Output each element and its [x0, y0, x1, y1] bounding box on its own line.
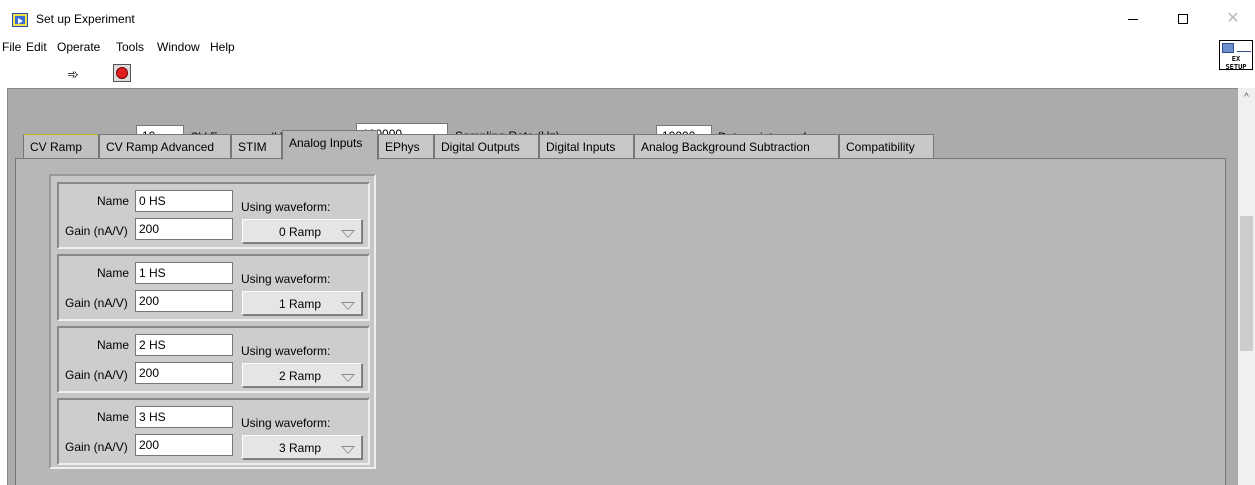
channel-3: Name 3 HS Gain (nA/V) 200 Using waveform…: [57, 398, 370, 465]
title-bar: Set up Experiment ✕: [0, 0, 1255, 38]
channel-name-label: Name: [97, 194, 130, 208]
tab-analog-inputs[interactable]: Analog Inputs: [282, 130, 378, 160]
waveform-select[interactable]: 0 Ramp: [242, 219, 362, 243]
channel-gain-label: Gain (nA/V): [65, 368, 128, 382]
channel-gain-input[interactable]: 200: [135, 218, 233, 240]
channel-2: Name 2 HS Gain (nA/V) 200 Using waveform…: [57, 326, 370, 393]
menu-window[interactable]: Window: [157, 40, 200, 54]
window-title: Set up Experiment: [36, 12, 135, 26]
channel-name-input[interactable]: 3 HS: [135, 406, 233, 428]
tab-analog-background-subtraction[interactable]: Analog Background Subtraction: [634, 134, 839, 158]
using-waveform-label: Using waveform:: [241, 416, 331, 430]
using-waveform-label: Using waveform:: [241, 200, 331, 214]
run-continuously-button[interactable]: ➾: [63, 66, 83, 82]
vi-icon-glyph: [1222, 43, 1234, 53]
waveform-select[interactable]: 1 Ramp: [242, 291, 362, 315]
maximize-icon: [1178, 14, 1188, 24]
tab-compatibility[interactable]: Compatibility: [839, 134, 934, 158]
channel-gain-label: Gain (nA/V): [65, 440, 128, 454]
menu-operate[interactable]: Operate: [57, 40, 100, 54]
waveform-select-value: 1 Ramp: [278, 297, 321, 311]
tab-digital-inputs[interactable]: Digital Inputs: [539, 134, 634, 158]
channel-name-label: Name: [97, 338, 130, 352]
channel-gain-input[interactable]: 200: [135, 290, 233, 312]
menu-edit[interactable]: Edit: [26, 40, 47, 54]
menu-file[interactable]: File: [2, 40, 21, 54]
toolbar: [0, 58, 1217, 88]
tab-cv-ramp[interactable]: CV Ramp: [23, 134, 99, 158]
vi-icon-graph: [1237, 44, 1251, 52]
channel-1: Name 1 HS Gain (nA/V) 200 Using waveform…: [57, 254, 370, 321]
channel-name-label: Name: [97, 266, 130, 280]
tab-stim[interactable]: STIM: [231, 134, 282, 158]
tab-ephys[interactable]: EPhys: [378, 134, 434, 158]
using-waveform-label: Using waveform:: [241, 344, 331, 358]
waveform-select[interactable]: 3 Ramp: [242, 435, 362, 459]
waveform-select-value: 2 Ramp: [278, 369, 321, 383]
maximize-button[interactable]: [1160, 6, 1206, 32]
channel-gain-input[interactable]: 200: [135, 362, 233, 384]
abort-execution-button[interactable]: [113, 64, 131, 82]
channel-name-label: Name: [97, 410, 130, 424]
vi-icon[interactable]: EX SETUP: [1219, 40, 1253, 71]
menu-help[interactable]: Help: [210, 40, 235, 54]
minimize-icon: [1128, 19, 1138, 20]
menu-tools[interactable]: Tools: [116, 40, 144, 54]
dropdown-arrow-icon[interactable]: [341, 230, 355, 238]
channel-name-input[interactable]: 0 HS: [135, 190, 233, 212]
close-button[interactable]: ✕: [1210, 6, 1255, 32]
channel-gain-input[interactable]: 200: [135, 434, 233, 456]
menu-bar: File Edit Operate Tools Window Help: [0, 38, 1255, 58]
channel-name-input[interactable]: 1 HS: [135, 262, 233, 284]
minimize-button[interactable]: [1110, 6, 1156, 32]
using-waveform-label: Using waveform:: [241, 272, 331, 286]
waveform-select-value: 0 Ramp: [278, 225, 321, 239]
scroll-thumb[interactable]: [1240, 216, 1253, 351]
tab-cv-ramp-advanced[interactable]: CV Ramp Advanced: [99, 134, 231, 158]
dropdown-arrow-icon[interactable]: [341, 374, 355, 382]
channel-0: Name 0 HS Gain (nA/V) 200 Using waveform…: [57, 182, 370, 249]
scroll-up-icon[interactable]: ^: [1238, 92, 1255, 103]
tab-digital-outputs[interactable]: Digital Outputs: [434, 134, 539, 158]
channel-name-input[interactable]: 2 HS: [135, 334, 233, 356]
dropdown-arrow-icon[interactable]: [341, 446, 355, 454]
channel-gain-label: Gain (nA/V): [65, 296, 128, 310]
channel-gain-label: Gain (nA/V): [65, 224, 128, 238]
waveform-select-value: 3 Ramp: [278, 441, 321, 455]
waveform-select[interactable]: 2 Ramp: [242, 363, 362, 387]
dropdown-arrow-icon[interactable]: [341, 302, 355, 310]
vertical-scrollbar[interactable]: ^: [1238, 88, 1255, 485]
labview-app-icon: [12, 13, 28, 27]
analog-input-channel-array: Name 0 HS Gain (nA/V) 200 Using waveform…: [49, 174, 376, 469]
